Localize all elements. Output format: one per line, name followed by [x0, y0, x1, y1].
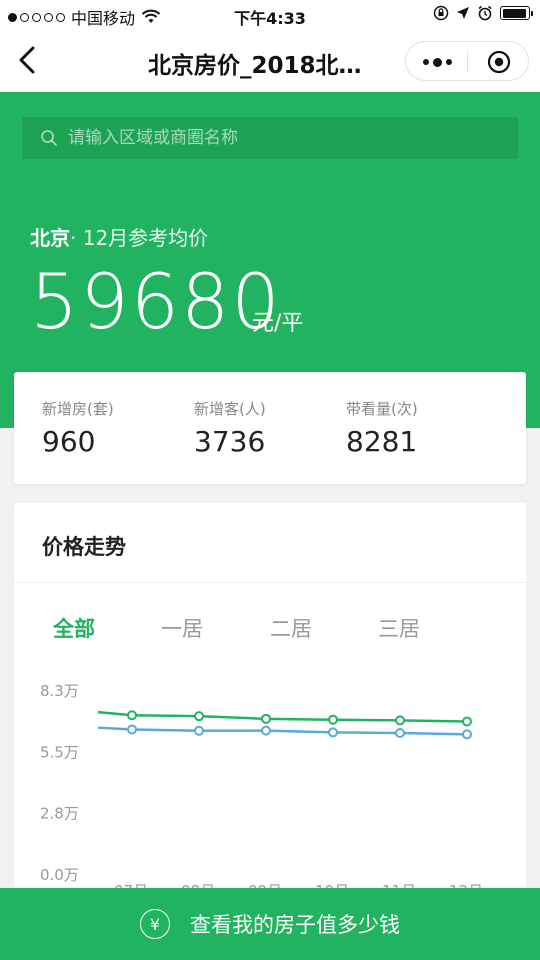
city-name[interactable]: 北京: [30, 226, 70, 250]
data-point[interactable]: [328, 714, 338, 725]
status-right: [433, 5, 533, 21]
stat-new-clients: 新增客(人) 3736: [194, 398, 266, 458]
stat-viewings: 带看量(次) 8281: [346, 398, 418, 458]
search-icon: [41, 130, 57, 146]
data-point[interactable]: [194, 725, 204, 736]
data-point[interactable]: [261, 725, 271, 736]
price-trend-card: 价格走势 全部 一居 二居 三居 8.3万5.5万2.8万0.0万07月08月0…: [14, 503, 526, 943]
trend-title: 价格走势: [42, 535, 126, 559]
price-period: · 12月参考均价: [70, 226, 209, 250]
y-tick-label: 8.3万: [40, 682, 79, 700]
tab-one-bedroom[interactable]: 一居: [161, 613, 203, 643]
price-trend-chart: 8.3万5.5万2.8万0.0万07月08月09月10月11月12月: [40, 682, 483, 898]
search-box[interactable]: [22, 117, 518, 159]
data-point[interactable]: [395, 715, 405, 726]
tab-all[interactable]: 全部: [53, 613, 95, 643]
y-tick-label: 5.5万: [40, 743, 79, 761]
stat-value: 960: [42, 425, 96, 458]
stat-label: 新增客(人): [194, 400, 266, 418]
price-unit: 元/平: [252, 311, 304, 336]
alarm-icon: [478, 5, 492, 21]
yen-icon: ¥: [140, 909, 170, 939]
series-line-1: [97, 726, 468, 736]
tab-three-bedroom[interactable]: 三居: [378, 613, 420, 643]
nav-bar: 北京房价_2018北…: [0, 30, 540, 92]
rotation-lock-icon: [433, 5, 449, 21]
data-point[interactable]: [328, 727, 338, 738]
back-arrow-icon[interactable]: [14, 44, 44, 76]
data-point[interactable]: [127, 710, 137, 721]
status-bar: 中国移动 下午4:33: [0, 0, 540, 30]
tab-two-bedroom[interactable]: 二居: [270, 613, 312, 643]
location-icon: [457, 7, 469, 19]
page-title: 北京房价_2018北…: [148, 53, 362, 79]
series-line-0: [97, 710, 468, 723]
room-type-tabs: 全部 一居 二居 三居: [14, 613, 526, 649]
data-point[interactable]: [127, 724, 137, 735]
data-point[interactable]: [194, 711, 204, 722]
capsule-divider: [467, 52, 468, 72]
average-price: 59680: [30, 257, 282, 346]
stat-value: 3736: [194, 425, 266, 458]
data-point[interactable]: [261, 713, 271, 724]
stats-card: 新增房(套) 960 新增客(人) 3736 带看量(次) 8281: [14, 372, 526, 484]
battery-icon: [500, 6, 533, 20]
stat-new-listings: 新增房(套) 960: [42, 398, 114, 458]
more-icon[interactable]: [420, 50, 454, 74]
search-input[interactable]: [68, 128, 488, 148]
close-mini-program-icon[interactable]: [487, 50, 511, 74]
stat-label: 带看量(次): [346, 400, 418, 418]
mini-program-capsule: [405, 41, 529, 81]
valuation-button[interactable]: ¥ 查看我的房子值多少钱: [0, 888, 540, 960]
y-tick-label: 2.8万: [40, 805, 79, 823]
data-point[interactable]: [462, 729, 472, 740]
valuation-label: 查看我的房子值多少钱: [190, 913, 400, 937]
data-point[interactable]: [462, 716, 472, 727]
price-caption: 北京· 12月参考均价: [30, 222, 208, 251]
battery-level: [502, 8, 527, 18]
stat-value: 8281: [346, 425, 418, 458]
y-tick-label: 0.0万: [40, 866, 79, 884]
stat-label: 新增房(套): [42, 400, 114, 418]
data-point[interactable]: [395, 728, 405, 739]
trend-header: 价格走势: [14, 503, 526, 583]
